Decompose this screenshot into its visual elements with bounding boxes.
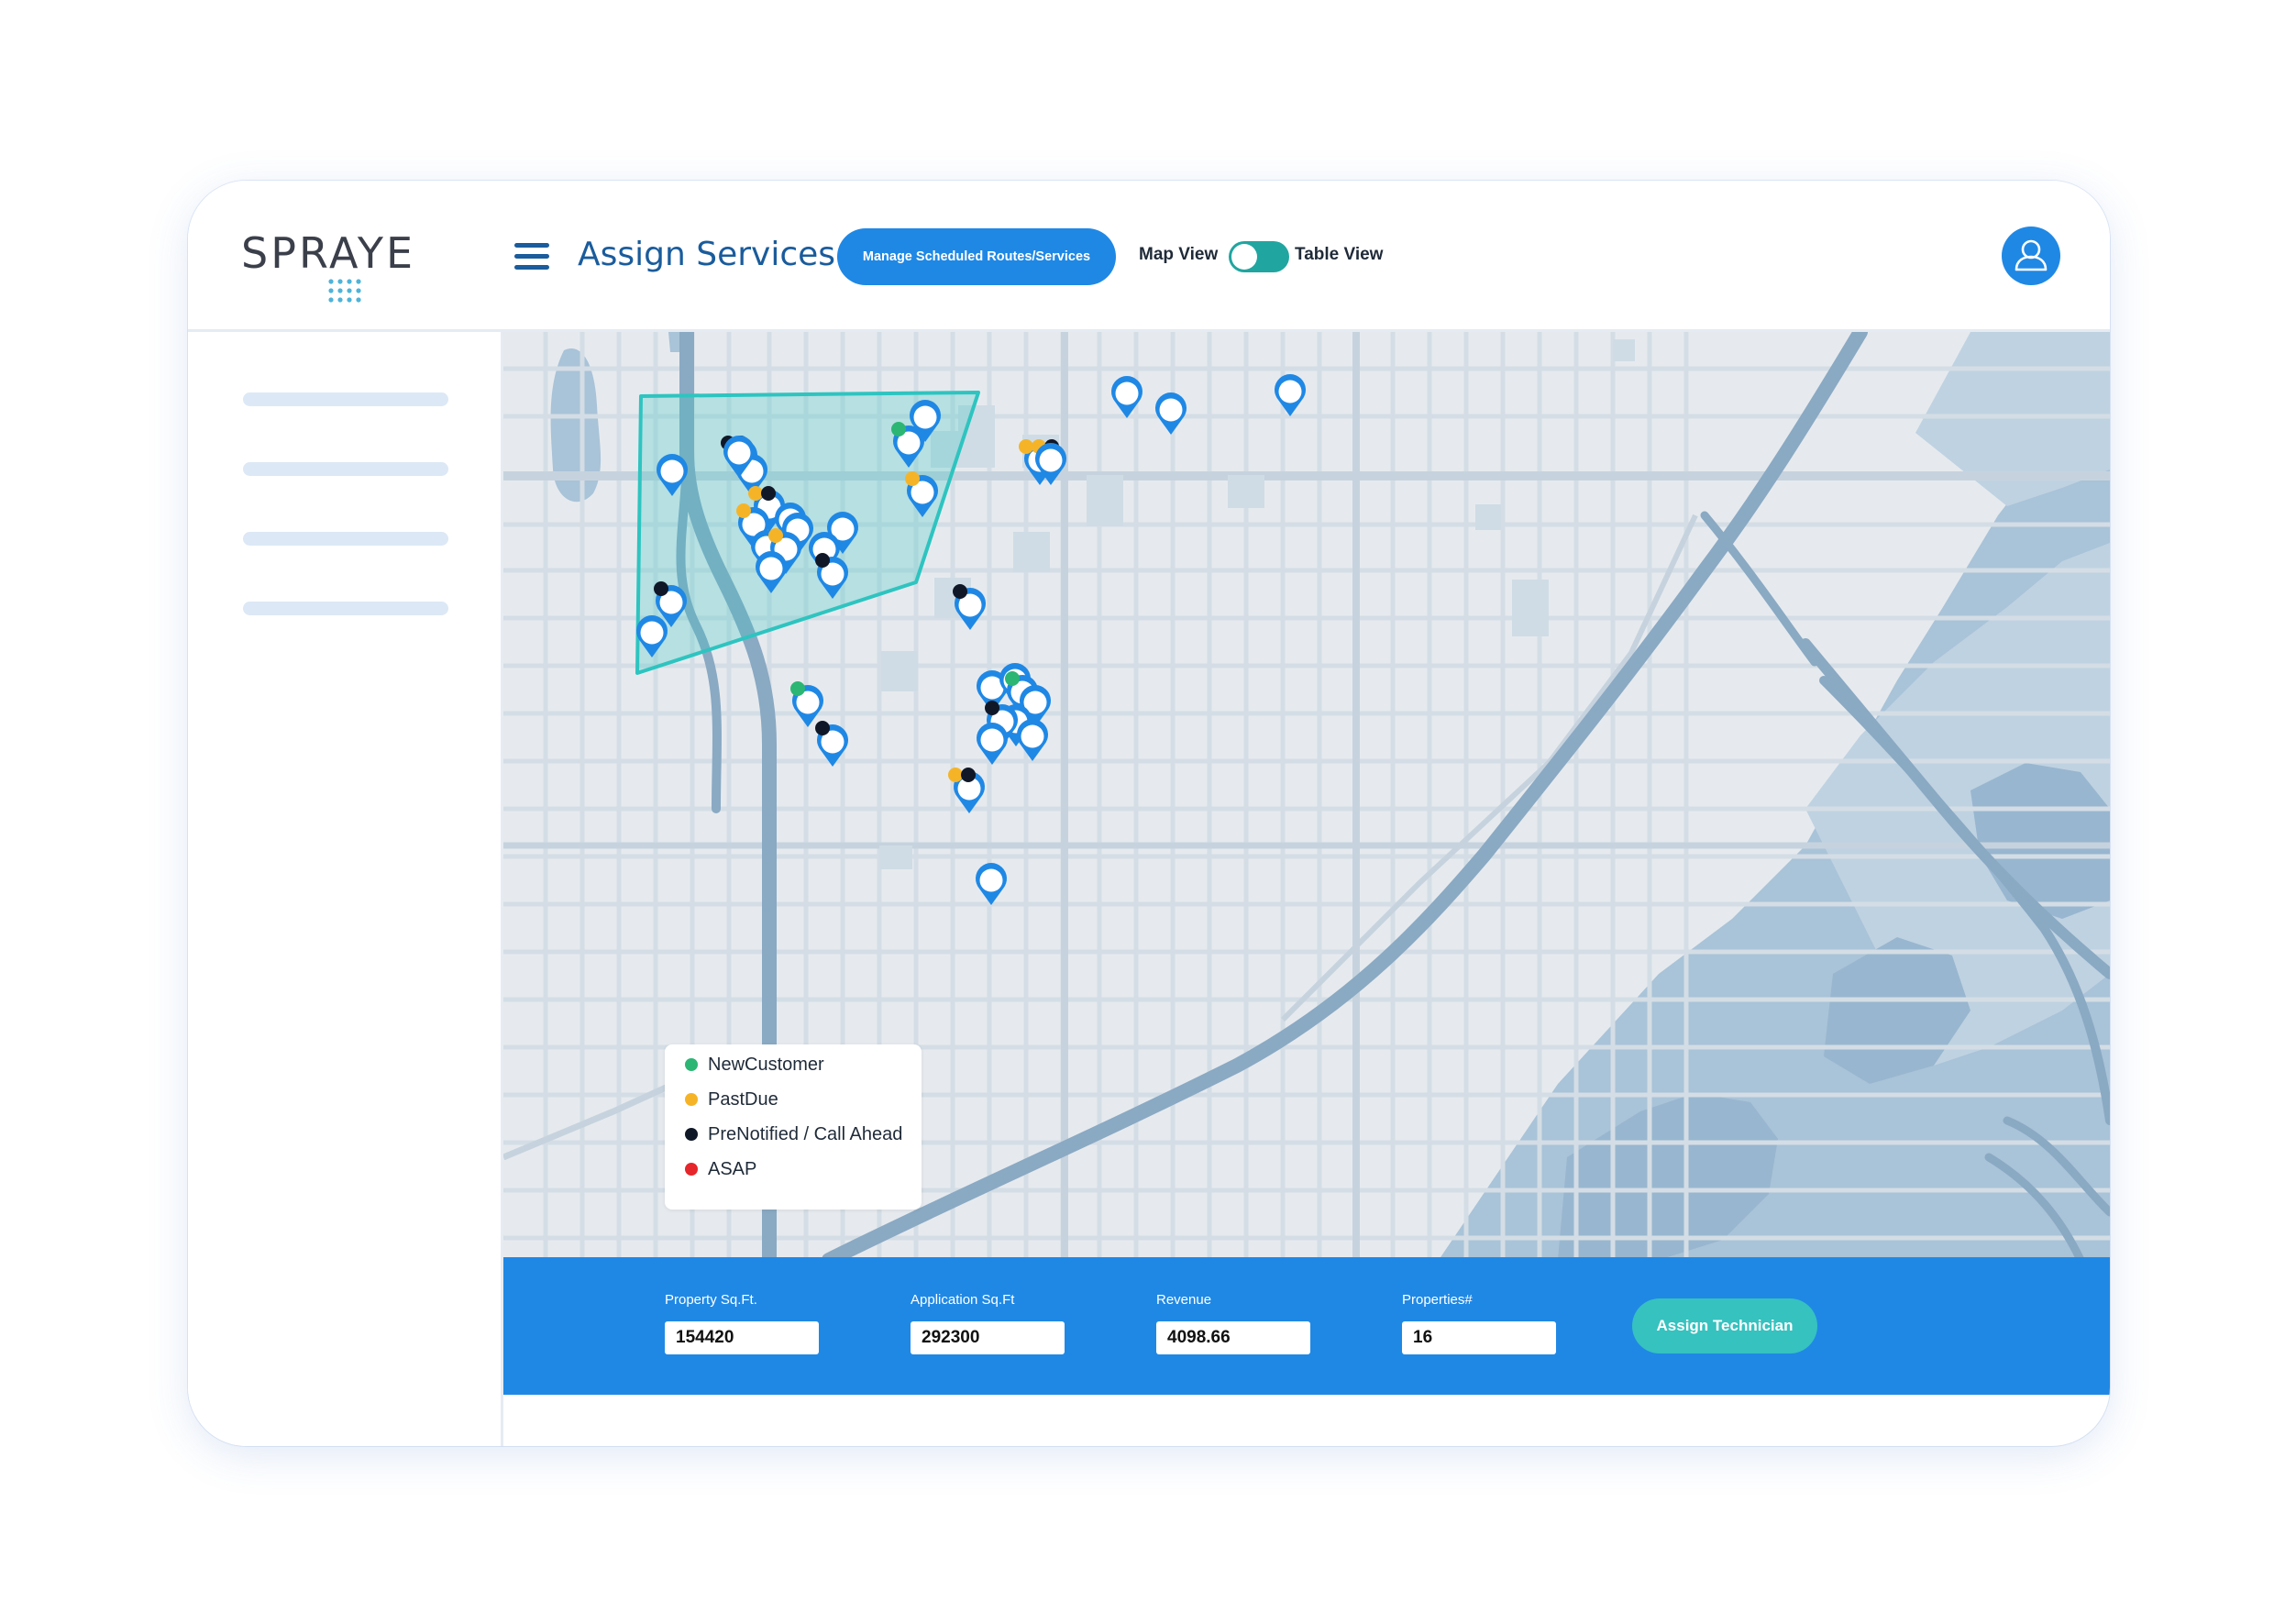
sidebar-item-placeholder[interactable] xyxy=(243,462,448,476)
legend-label: PastDue xyxy=(708,1088,778,1110)
legend-label: ASAP xyxy=(708,1158,757,1179)
top-header: SPRAYE Assign Services Manage Scheduled … xyxy=(188,181,2110,332)
spraye-logo[interactable]: SPRAYE xyxy=(241,228,416,303)
map-table-view-toggle[interactable] xyxy=(1229,241,1289,272)
legend-item-new-customer: NewCustomer xyxy=(685,1052,824,1077)
manage-scheduled-routes-button[interactable]: Manage Scheduled Routes/Services xyxy=(837,228,1116,285)
logo-text: SPRAYE xyxy=(241,228,416,278)
revenue-label: Revenue xyxy=(1156,1292,1212,1308)
map-view-label[interactable]: Map View xyxy=(1139,245,1218,265)
logo-droplet-dots-icon xyxy=(328,279,361,303)
prenotified-dot-icon xyxy=(685,1128,698,1141)
sidebar-item-placeholder[interactable] xyxy=(243,392,448,406)
hamburger-menu-icon[interactable] xyxy=(514,243,549,272)
new-customer-dot-icon xyxy=(685,1058,698,1071)
marker-status-dot xyxy=(748,486,763,501)
marker-status-dot xyxy=(953,584,967,599)
property-sqft-input[interactable] xyxy=(665,1321,819,1354)
user-avatar[interactable] xyxy=(2002,226,2060,285)
map-legend: NewCustomer PastDue PreNotified / Call A… xyxy=(665,1044,922,1210)
application-sqft-input[interactable] xyxy=(911,1321,1065,1354)
marker-status-dot xyxy=(905,471,920,486)
marker-status-dot xyxy=(985,701,999,715)
application-sqft-label: Application Sq.Ft xyxy=(911,1292,1015,1308)
legend-item-prenotified: PreNotified / Call Ahead xyxy=(685,1121,902,1147)
marker-status-dot xyxy=(790,681,805,696)
legend-label: NewCustomer xyxy=(708,1054,824,1075)
marker-status-dot xyxy=(736,503,751,518)
past-due-dot-icon xyxy=(685,1093,698,1106)
marker-status-dot xyxy=(961,768,976,782)
marker-status-dot xyxy=(815,553,830,568)
legend-label: PreNotified / Call Ahead xyxy=(708,1123,903,1144)
map-canvas[interactable]: NewCustomer PastDue PreNotified / Call A… xyxy=(503,332,2110,1260)
map-pin-icon[interactable] xyxy=(790,681,823,727)
marker-status-dot xyxy=(948,768,963,782)
user-icon xyxy=(2015,239,2048,271)
legend-item-past-due: PastDue xyxy=(685,1087,778,1112)
marker-status-dot xyxy=(761,486,776,501)
map-pin-icon[interactable] xyxy=(953,584,986,630)
asap-dot-icon xyxy=(685,1163,698,1176)
sidebar xyxy=(188,332,503,1446)
property-sqft-label: Property Sq.Ft. xyxy=(665,1292,757,1308)
marker-status-dot xyxy=(815,721,830,735)
marker-status-dot xyxy=(1019,439,1033,454)
sidebar-item-placeholder[interactable] xyxy=(243,602,448,615)
revenue-input[interactable] xyxy=(1156,1321,1310,1354)
marker-status-dot xyxy=(891,422,906,436)
marker-status-dot xyxy=(654,581,668,596)
properties-count-input[interactable] xyxy=(1402,1321,1556,1354)
map-pin-icon[interactable] xyxy=(1017,719,1048,761)
summary-bar: Property Sq.Ft. Application Sq.Ft Revenu… xyxy=(503,1257,2110,1395)
table-view-label[interactable]: Table View xyxy=(1295,245,1383,265)
legend-item-asap: ASAP xyxy=(685,1156,756,1182)
map-pin-icon[interactable] xyxy=(1155,392,1187,435)
app-window: SPRAYE Assign Services Manage Scheduled … xyxy=(188,181,2110,1446)
marker-status-dot xyxy=(1005,671,1020,686)
marker-status-dot xyxy=(768,528,783,543)
map-pin-icon[interactable] xyxy=(1275,374,1306,416)
properties-count-label: Properties# xyxy=(1402,1292,1473,1308)
map-pin-icon[interactable] xyxy=(977,723,1008,765)
page-title: Assign Services xyxy=(578,236,836,273)
assign-technician-button[interactable]: Assign Technician xyxy=(1632,1298,1817,1353)
sidebar-item-placeholder[interactable] xyxy=(243,532,448,546)
map-pin-icon[interactable] xyxy=(976,863,1007,905)
toggle-knob xyxy=(1231,244,1257,270)
